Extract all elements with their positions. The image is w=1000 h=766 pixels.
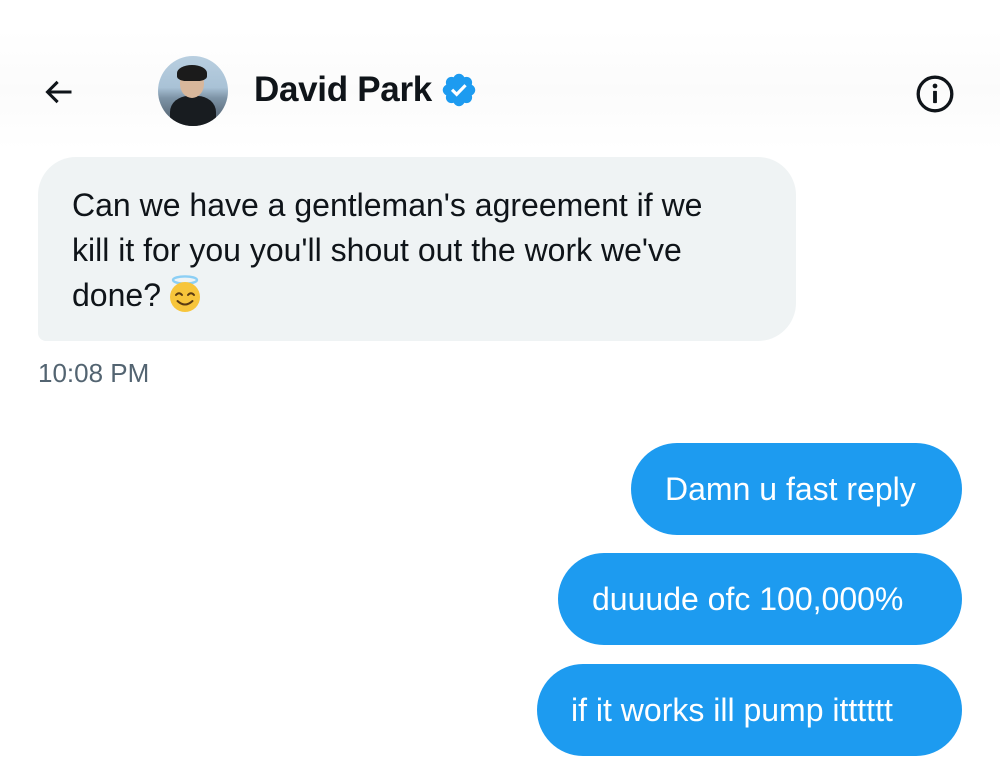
avatar-hair (177, 65, 207, 81)
info-circle-icon (916, 75, 954, 113)
conversation-header: David Park (0, 0, 1000, 150)
outgoing-message-bubble[interactable]: if it works ill pump itttttt (537, 664, 962, 756)
verified-badge-icon (440, 71, 478, 109)
smiling-face-with-halo-icon (165, 274, 205, 314)
contact-name: David Park (254, 70, 432, 109)
outgoing-message-bubble[interactable]: duuude ofc 100,000% (558, 553, 962, 645)
message-timestamp: 10:08 PM (38, 358, 150, 388)
contact-name-row[interactable]: David Park (254, 68, 478, 112)
info-button[interactable] (914, 73, 956, 115)
outgoing-message-bubble[interactable]: Damn u fast reply (631, 443, 962, 535)
back-button[interactable] (38, 72, 78, 112)
incoming-message-bubble[interactable]: Can we have a gentleman's agreement if w… (38, 157, 796, 341)
arrow-left-icon (45, 80, 72, 104)
avatar[interactable] (158, 56, 228, 126)
avatar-body (170, 96, 216, 126)
